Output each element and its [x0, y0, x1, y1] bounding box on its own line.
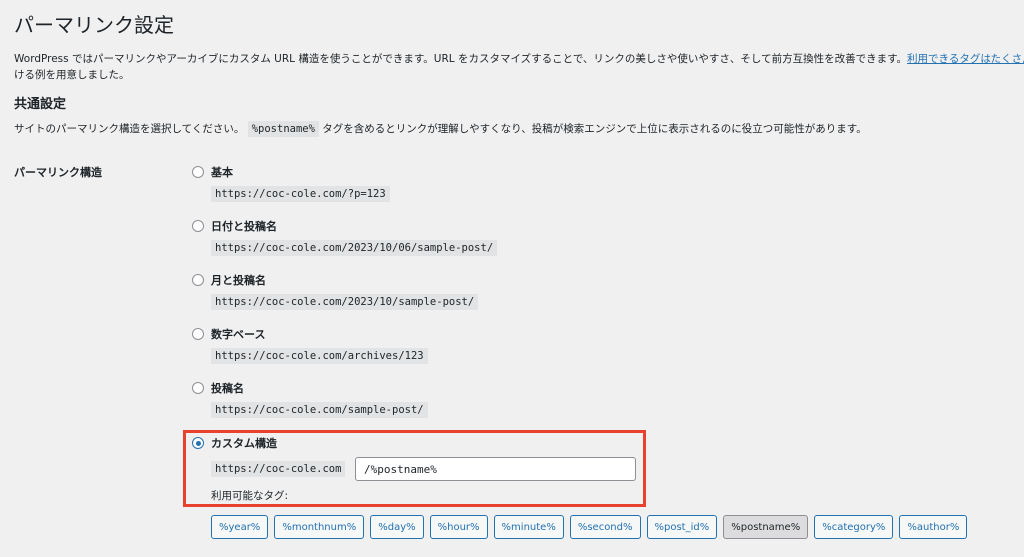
- tag-button-postname[interactable]: %postname%: [723, 515, 809, 539]
- description-text-2: ける例を用意しました。: [14, 69, 130, 81]
- radio-month-name[interactable]: [192, 274, 204, 286]
- tag-button-category[interactable]: %category%: [814, 515, 894, 539]
- tag-button-monthnum[interactable]: %monthnum%: [274, 515, 365, 539]
- option-label-plain[interactable]: 基本: [211, 164, 233, 180]
- example-url-month-name: https://coc-cole.com/2023/10/sample-post…: [211, 294, 479, 310]
- page-title: パーマリンク設定: [14, 13, 174, 37]
- example-url-day-name: https://coc-cole.com/2023/10/06/sample-p…: [211, 240, 498, 256]
- option-label-numeric[interactable]: 数字ベース: [211, 326, 265, 342]
- common-desc-before: サイトのパーマリンク構造を選択してください。: [14, 123, 245, 135]
- tag-button-minute[interactable]: %minute%: [493, 515, 564, 539]
- tag-button-author[interactable]: %author%: [899, 515, 968, 539]
- page-description: WordPress ではパーマリンクやアーカイブにカスタム URL 構造を使うこ…: [14, 51, 1024, 83]
- tag-button-day[interactable]: %day%: [370, 515, 424, 539]
- radio-numeric[interactable]: [192, 328, 204, 340]
- permalink-structure-label: パーマリンク構造: [14, 166, 102, 179]
- tag-button-year[interactable]: %year%: [211, 515, 269, 539]
- available-tags-label: 利用可能なタグ:: [211, 490, 289, 502]
- example-url-numeric: https://coc-cole.com/archives/123: [211, 348, 428, 364]
- available-tags-link[interactable]: 利用できるタグはたくさんあ: [907, 53, 1024, 65]
- postname-code: %postname%: [247, 121, 319, 137]
- option-label-day-name[interactable]: 日付と投稿名: [211, 218, 277, 234]
- tag-button-second[interactable]: %second%: [569, 515, 641, 539]
- option-label-post-name[interactable]: 投稿名: [211, 380, 244, 396]
- custom-base-url: https://coc-cole.com: [211, 461, 346, 477]
- custom-structure-input[interactable]: [355, 457, 636, 481]
- tag-button-hour[interactable]: %hour%: [429, 515, 488, 539]
- common-settings-description: サイトのパーマリンク構造を選択してください。 %postname% タグを含める…: [14, 121, 867, 137]
- tag-button-post-id[interactable]: %post_id%: [646, 515, 718, 539]
- available-tags-list: %year% %monthnum% %day% %hour% %minute% …: [211, 515, 968, 539]
- common-settings-heading: 共通設定: [14, 97, 67, 112]
- option-label-month-name[interactable]: 月と投稿名: [211, 272, 266, 288]
- description-text: WordPress ではパーマリンクやアーカイブにカスタム URL 構造を使うこ…: [14, 53, 908, 65]
- radio-custom-structure[interactable]: [192, 437, 204, 449]
- example-url-post-name: https://coc-cole.com/sample-post/: [211, 402, 428, 418]
- example-url-plain: https://coc-cole.com/?p=123: [211, 186, 390, 202]
- radio-plain[interactable]: [192, 166, 204, 178]
- radio-post-name[interactable]: [192, 382, 204, 394]
- option-label-custom[interactable]: カスタム構造: [211, 435, 277, 451]
- radio-day-name[interactable]: [192, 220, 204, 232]
- common-desc-after: タグを含めるとリンクが理解しやすくなり、投稿が検索エンジンで上位に表示されるのに…: [322, 123, 867, 135]
